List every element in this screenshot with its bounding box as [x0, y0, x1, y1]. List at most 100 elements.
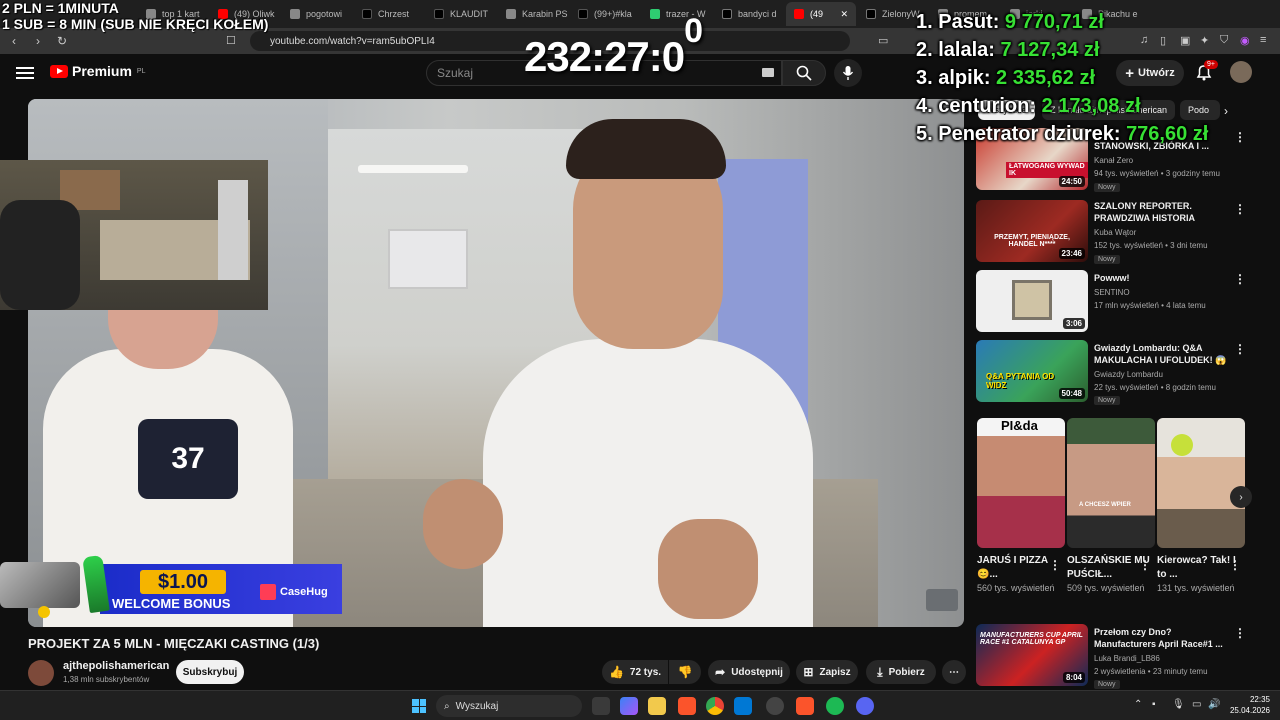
more-options-icon[interactable]: ⋮ — [1234, 202, 1246, 216]
save-button[interactable]: ⊞ Zapisz — [796, 660, 858, 684]
volume-icon[interactable]: 🔊 — [1208, 699, 1220, 710]
voice-search-button[interactable] — [834, 59, 862, 87]
browser-tab-active[interactable]: (49 ✕ — [786, 2, 856, 26]
logo-text: Premium — [72, 63, 132, 79]
system-clock[interactable]: 22:35 25.04.2026 — [1224, 694, 1270, 716]
browser-tab[interactable]: KLAUDIT — [426, 2, 496, 26]
tab-label: ZielonyW — [882, 9, 920, 19]
thumbnail-text: MANUFACTURERS CUP APRIL RACE #1 CATALUNY… — [980, 632, 1083, 646]
video-corner-thumbnail[interactable] — [926, 589, 958, 611]
copilot-icon[interactable] — [620, 697, 638, 715]
save-label: Zapisz — [819, 666, 851, 678]
search-button[interactable] — [782, 60, 826, 86]
reload-icon[interactable]: ↻ — [52, 31, 72, 51]
more-options-icon[interactable]: ⋮ — [1234, 342, 1246, 356]
more-options-icon[interactable]: ⋮ — [1234, 130, 1246, 144]
share-button[interactable]: ➦ Udostępnij — [708, 660, 790, 684]
task-view-icon[interactable] — [592, 697, 610, 715]
download-icon: ⤓ — [877, 664, 883, 679]
download-button[interactable]: ⤓ Pobierz — [866, 660, 936, 684]
thumbnail-text: A CHCESZ WPIER — [1079, 502, 1131, 508]
browser-tab[interactable]: (99+)#kla — [570, 2, 640, 26]
shield-icon[interactable]: ⛉ — [1220, 34, 1228, 47]
more-actions-button[interactable]: ⋯ — [942, 660, 966, 684]
chrome-icon[interactable] — [706, 697, 724, 715]
channel-name[interactable]: ajthepolishamerican — [63, 660, 169, 672]
browser-tab[interactable]: bandyci d — [714, 2, 784, 26]
short-video[interactable]: PI&da JARUŚ I PIZZA 😊... 560 tys. wyświe… — [977, 418, 1065, 594]
short-views: 509 tys. wyświetleń — [1067, 583, 1145, 593]
tab-label: pogotowi — [306, 9, 343, 19]
forward-icon[interactable]: › — [28, 31, 48, 51]
microphone-tray-icon[interactable]: 🎙 — [1172, 699, 1185, 710]
windows-start-icon[interactable] — [412, 699, 426, 713]
leaderboard-row: 1. Pasut: 9 770,71 zł — [916, 8, 1208, 36]
like-button[interactable]: 👍 72 tys. — [602, 660, 668, 684]
youtube-play-icon — [50, 64, 68, 78]
discord-icon[interactable] — [856, 697, 874, 715]
more-options-icon[interactable]: ⋮ — [1234, 626, 1246, 640]
menu-icon[interactable]: ≡ — [1260, 34, 1266, 46]
bookmark-icon[interactable]: ☐ — [226, 34, 236, 47]
github-icon[interactable] — [766, 697, 784, 715]
youtube-premium-logo[interactable]: Premium PL — [50, 63, 145, 79]
short-thumbnail[interactable]: PI&da — [977, 418, 1065, 548]
more-options-icon[interactable]: ⋮ — [1229, 558, 1241, 572]
brave-browser-icon[interactable] — [678, 697, 696, 715]
video-thumbnail[interactable]: MANUFACTURERS CUP APRIL RACE #1 CATALUNY… — [976, 624, 1088, 686]
recommended-video[interactable]: PRZEMYT, PIENIĄDZE, HANDEL N**** 23:46 S… — [976, 200, 1246, 264]
thumbnail-artwork — [1012, 280, 1052, 320]
cast-icon[interactable]: ▭ — [878, 34, 888, 47]
shorts-next-icon[interactable]: › — [1230, 486, 1252, 508]
chips-next-icon[interactable]: › — [1224, 104, 1228, 118]
more-options-icon[interactable]: ⋮ — [1139, 558, 1151, 572]
subscribe-button[interactable]: Subskrybuj — [176, 660, 244, 684]
short-video[interactable]: A CHCESZ WPIER OLSZAŃSKIE MU PUŚCIŁ... 5… — [1067, 418, 1155, 594]
tray-app-icon[interactable]: ▪ — [1152, 699, 1156, 710]
leaderboard-name: 2. lalala: — [916, 39, 1001, 61]
tiktok-favicon-icon — [362, 9, 372, 19]
back-icon[interactable]: ‹ — [4, 31, 24, 51]
recommended-video[interactable]: 3:06 Powww! SENTINO 17 mln wyświetleń • … — [976, 270, 1246, 332]
more-options-icon[interactable]: ⋮ — [1234, 272, 1246, 286]
file-explorer-icon[interactable] — [648, 697, 666, 715]
brave-browser-active-icon[interactable] — [796, 697, 814, 715]
more-options-icon[interactable]: ⋮ — [1049, 558, 1061, 572]
short-video[interactable]: Kierowca? Tak! I to ... 131 tys. wyświet… — [1157, 418, 1245, 594]
dislike-button[interactable]: 👎 — [669, 660, 701, 684]
keyboard-icon[interactable] — [762, 68, 774, 77]
short-thumbnail[interactable] — [1157, 418, 1245, 548]
video-thumbnail[interactable]: 3:06 — [976, 270, 1088, 332]
tab-label: Chrzest — [378, 9, 410, 19]
spotify-icon[interactable] — [826, 697, 844, 715]
taskbar-search[interactable]: ⌕ Wyszukaj — [436, 695, 582, 717]
x-favicon-icon — [722, 9, 732, 19]
browser-tab[interactable]: Karabin PS — [498, 2, 568, 26]
leaderboard-row: 3. alpik: 2 335,62 zł — [916, 64, 1208, 92]
network-icon[interactable]: ▭ — [1192, 699, 1201, 710]
leo-ai-icon[interactable]: ◉ — [1240, 34, 1250, 47]
short-thumbnail[interactable]: A CHCESZ WPIER — [1067, 418, 1155, 548]
recommended-video[interactable]: MANUFACTURERS CUP APRIL RACE #1 CATALUNY… — [976, 624, 1246, 689]
video-thumbnail[interactable]: PRZEMYT, PIENIĄDZE, HANDEL N**** 23:46 — [976, 200, 1088, 262]
tab-close-icon[interactable]: ✕ — [840, 9, 848, 20]
casehug-logo-icon — [260, 584, 276, 600]
video-thumbnail[interactable]: Q&A PYTANIA OD WIDZ 50:48 — [976, 340, 1088, 402]
recommended-video[interactable]: Q&A PYTANIA OD WIDZ 50:48 Gwiazdy Lombar… — [976, 340, 1246, 405]
browser-tab[interactable]: Chrzest — [354, 2, 424, 26]
leaderboard-row: 5. Penetrator dziurek: 776,60 zł — [916, 120, 1208, 148]
channel-name: SENTINO — [1094, 288, 1130, 297]
windows-taskbar: ⌕ Wyszukaj ⌃ ▪ 🎙 ▭ 🔊 22:35 25.04.2026 — [0, 690, 1280, 720]
share-icon: ➦ — [715, 665, 726, 679]
subathon-timer: 232:27:00 — [524, 12, 703, 81]
account-avatar[interactable] — [1230, 61, 1252, 83]
hamburger-menu-icon[interactable] — [16, 64, 34, 80]
app-icon[interactable] — [734, 697, 752, 715]
ad-bonus-text: WELCOME BONUS — [112, 596, 231, 611]
download-label: Pobierz — [888, 666, 925, 678]
thumbnail-text: Q&A PYTANIA OD WIDZ — [986, 372, 1055, 390]
webcam-fridge — [218, 180, 248, 280]
browser-tab[interactable]: pogotowi — [282, 2, 352, 26]
channel-avatar[interactable] — [28, 660, 54, 686]
tray-chevron-icon[interactable]: ⌃ — [1134, 699, 1142, 710]
